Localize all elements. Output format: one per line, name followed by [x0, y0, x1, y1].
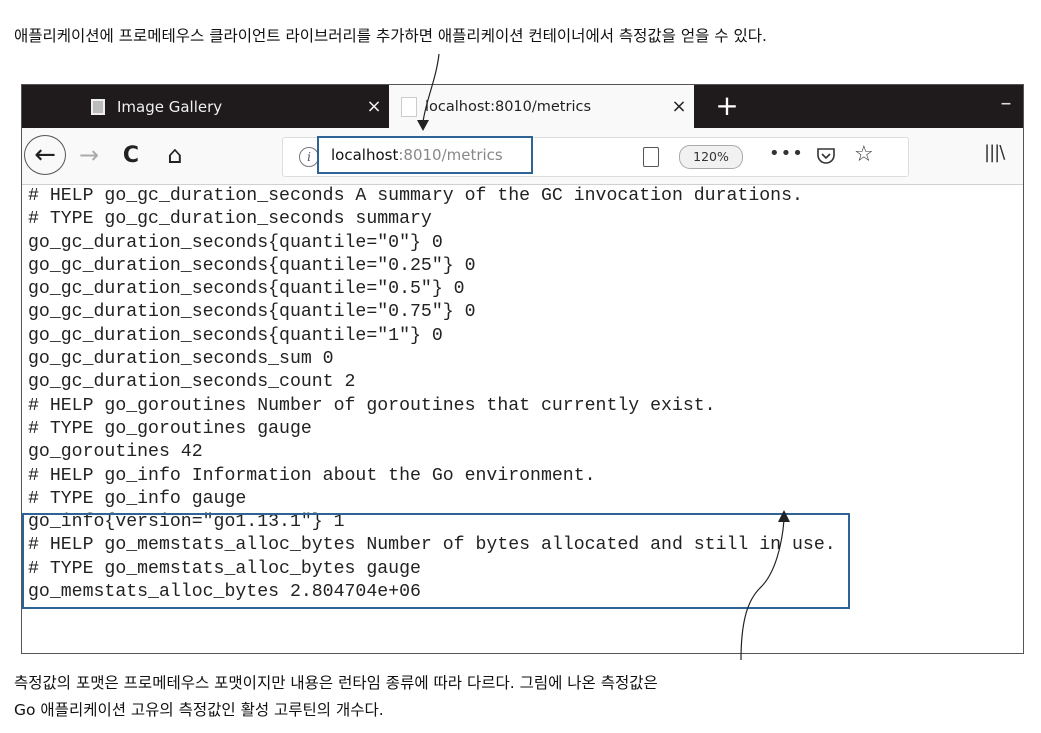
arrow-head-bottom — [778, 510, 790, 522]
annotation-arrows — [417, 53, 790, 661]
caption-bottom-line: 측정값의 포맷은 프로메테우스 포맷이지만 내용은 런타임 종류에 따라 다르다… — [14, 674, 658, 692]
arrow-line-bottom — [740, 519, 785, 661]
arrow-head-top — [417, 120, 429, 131]
caption-bottom-line: Go 애플리케이션 고유의 측정값인 활성 고루틴의 개수다. — [14, 701, 384, 719]
caption-bottom: 측정값의 포맷은 프로메테우스 포맷이지만 내용은 런타임 종류에 따라 다르다… — [14, 670, 658, 724]
arrow-line-top — [422, 53, 440, 123]
